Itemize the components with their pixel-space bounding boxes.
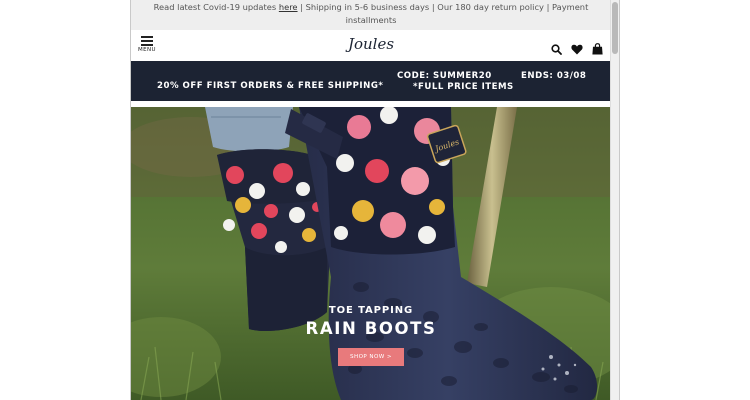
site-header: MENU Joules: [131, 30, 611, 61]
browser-viewport: Read latest Covid-19 updates here | Ship…: [130, 0, 620, 400]
page: Read latest Covid-19 updates here | Ship…: [131, 0, 611, 400]
menu-button[interactable]: MENU: [136, 36, 158, 58]
hamburger-icon: [141, 36, 153, 46]
announcement-bar: Read latest Covid-19 updates here | Ship…: [131, 0, 611, 38]
announcement-line-1: Read latest Covid-19 updates here | Ship…: [131, 1, 611, 27]
hero-banner[interactable]: Joules TOE TAPPING RAIN BOOTS SHOP NOW >: [131, 107, 611, 400]
search-icon[interactable]: [551, 40, 562, 59]
hero-title: RAIN BOOTS: [305, 319, 437, 338]
promo-code-text: CODE: SUMMER20: [397, 71, 492, 81]
shop-now-button[interactable]: SHOP NOW >: [338, 348, 404, 366]
heart-icon[interactable]: [571, 40, 583, 59]
covid-updates-link[interactable]: here: [279, 2, 298, 12]
header-icons: [547, 39, 603, 55]
shopping-bag-icon[interactable]: [592, 40, 603, 59]
menu-label: MENU: [138, 47, 156, 53]
promo-banner[interactable]: 20% OFF FIRST ORDERS & FREE SHIPPING* CO…: [131, 61, 611, 101]
vertical-scrollbar[interactable]: [610, 0, 619, 400]
joules-logo[interactable]: Joules: [331, 35, 411, 53]
promo-end-date: ENDS: 03/08: [521, 71, 587, 81]
announcement-text-prefix: Read latest Covid-19 updates: [153, 2, 279, 12]
promo-offer-text: 20% OFF FIRST ORDERS & FREE SHIPPING*: [157, 81, 384, 91]
hero-subtitle: TOE TAPPING: [328, 305, 414, 316]
promo-fine-print: *FULL PRICE ITEMS: [413, 82, 514, 92]
scrollbar-thumb[interactable]: [612, 2, 618, 54]
announcement-text-suffix: | Shipping in 5-6 business days | Our 18…: [297, 2, 589, 25]
